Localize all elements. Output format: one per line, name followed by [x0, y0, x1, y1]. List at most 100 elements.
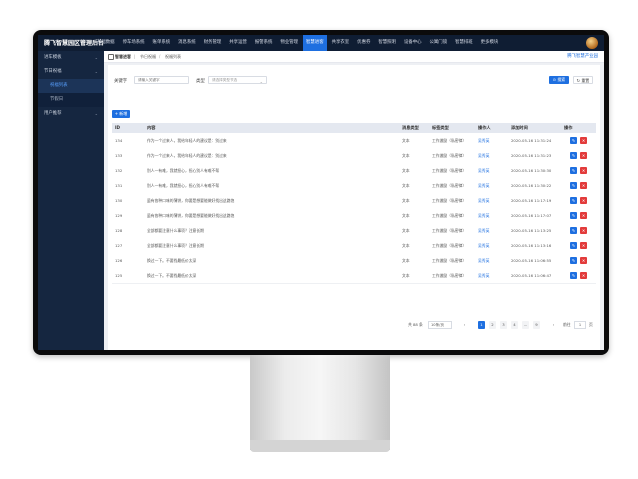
total-count: 共 88 条: [408, 322, 423, 327]
page-button[interactable]: 3: [500, 321, 507, 329]
nav-item[interactable]: 公寓门锁: [427, 35, 451, 51]
reset-button-label: 重置: [581, 78, 590, 83]
cell-content: 别人一有难，我就担心，担心别人有难不帮: [147, 183, 220, 188]
goto-page-input[interactable]: 1: [574, 321, 586, 329]
page-button[interactable]: 4: [511, 321, 518, 329]
edit-button[interactable]: ✎: [570, 182, 577, 189]
nav-item[interactable]: 财务管理: [201, 35, 225, 51]
avatar[interactable]: [586, 37, 598, 49]
delete-button[interactable]: ✕: [580, 242, 587, 249]
delete-icon: ✕: [581, 258, 586, 263]
cell-time: 2020-05-16 11:31:23: [511, 153, 552, 158]
edit-button[interactable]: ✎: [570, 167, 577, 174]
page-button[interactable]: 2: [489, 321, 496, 329]
nav-item[interactable]: 账单系统: [150, 35, 174, 51]
delete-button[interactable]: ✕: [580, 212, 587, 219]
nav-item[interactable]: 优惠券: [354, 35, 373, 51]
page-ellipsis[interactable]: ...: [522, 321, 529, 329]
delete-button[interactable]: ✕: [580, 257, 587, 264]
table-row: 125 换过一下。不要找最低价太深 文本 工作激励（私密律） 吴秀英 2020-05-16…: [112, 268, 596, 284]
cell-operator[interactable]: 吴秀英: [478, 208, 489, 223]
nav-item[interactable]: 停车场系统: [120, 35, 148, 51]
prev-page-button[interactable]: ‹: [461, 321, 468, 329]
add-button[interactable]: + 新增: [112, 110, 130, 118]
edit-button[interactable]: ✎: [570, 227, 577, 234]
cell-operator[interactable]: 吴秀英: [478, 268, 489, 283]
edit-button[interactable]: ✎: [570, 242, 577, 249]
page-size-select[interactable]: 10条/页: [428, 321, 452, 329]
edit-button[interactable]: ✎: [570, 257, 577, 264]
reset-button[interactable]: ↻ 重置: [573, 76, 593, 84]
goto-label: 前往: [563, 322, 571, 327]
page-size-value: 10条/页: [431, 323, 444, 327]
nav-item[interactable]: 智慧进客: [303, 35, 327, 51]
nav-item[interactable]: 共享衣室: [329, 35, 353, 51]
cell-id: 132: [115, 168, 123, 173]
cell-operator[interactable]: 吴秀英: [478, 133, 489, 148]
search-button[interactable]: ⊙ 搜索: [549, 76, 569, 84]
nav-item[interactable]: 基础数据: [94, 35, 118, 51]
edit-button[interactable]: ✎: [570, 137, 577, 144]
chevron-down-icon: ⌄: [94, 69, 98, 74]
delete-button[interactable]: ✕: [580, 182, 587, 189]
sidebar-item[interactable]: 节日祝福 ⌄: [38, 65, 104, 79]
sidebar-item[interactable]: 节假日: [38, 93, 104, 107]
cell-time: 2020-05-16 11:17:07: [511, 213, 552, 218]
nav-item[interactable]: 智慧排班: [452, 35, 476, 51]
nav-item[interactable]: 共享运营: [226, 35, 250, 51]
cell-content: 虽有各种口味的薄饼，你要是想要能做好找出这路饱: [147, 198, 235, 203]
delete-button[interactable]: ✕: [580, 137, 587, 144]
nav-item[interactable]: 更多模块: [478, 35, 502, 51]
cell-id: 126: [115, 258, 123, 263]
chevron-down-icon: ⌄: [94, 111, 98, 116]
cell-id: 130: [115, 198, 123, 203]
edit-button[interactable]: ✎: [570, 197, 577, 204]
sidebar-item[interactable]: 进车模板 ⌄: [38, 51, 104, 65]
cell-operator[interactable]: 吴秀英: [478, 223, 489, 238]
park-link[interactable]: 腾飞智慧产业园: [567, 51, 598, 62]
next-page-button[interactable]: ›: [550, 321, 557, 329]
sidebar-item[interactable]: 祝福列表: [38, 79, 104, 93]
nav-item[interactable]: 消息系统: [175, 35, 199, 51]
cell-time: 2020-05-16 11:13:16: [511, 243, 552, 248]
edit-button[interactable]: ✎: [570, 272, 577, 279]
cell-operator[interactable]: 吴秀英: [478, 253, 489, 268]
column-header-actions: 操作: [564, 125, 573, 130]
cell-content: 换过一下。不要找最低价太深: [147, 273, 197, 278]
breadcrumb-item[interactable]: 智慧进客: [115, 51, 131, 62]
breadcrumb-item[interactable]: 节日祝福: [140, 51, 156, 62]
edit-button[interactable]: ✎: [570, 152, 577, 159]
nav-item[interactable]: 报警系统: [252, 35, 276, 51]
delete-button[interactable]: ✕: [580, 197, 587, 204]
edit-icon: ✎: [571, 198, 576, 203]
cell-operator[interactable]: 吴秀英: [478, 238, 489, 253]
delete-button[interactable]: ✕: [580, 167, 587, 174]
nav-item[interactable]: 物业管理: [277, 35, 301, 51]
delete-button[interactable]: ✕: [580, 227, 587, 234]
delete-button[interactable]: ✕: [580, 272, 587, 279]
breadcrumb-separator: |: [134, 54, 136, 59]
nav-item[interactable]: 设备中心: [401, 35, 425, 51]
top-nav-menu: 基础数据 停车场系统 账单系统 消息系统 财务管理 共享运营 报警系统 物业管理 智慧进客 共享衣…: [94, 35, 503, 51]
cell-content: 别人一有难，我就担心，担心别人有难不帮: [147, 168, 220, 173]
sidebar-item[interactable]: 用户推荐 ⌄: [38, 107, 104, 121]
search-button-label: 搜索: [557, 77, 566, 82]
table-row: 128 全部都要注意什么事项？注意长期 文本 工作激励（私密律） 吴秀英 2020-05-…: [112, 223, 596, 239]
cell-operator[interactable]: 吴秀英: [478, 163, 489, 178]
edit-icon: ✎: [571, 153, 576, 158]
cell-operator[interactable]: 吴秀英: [478, 193, 489, 208]
type-label: 类型: [196, 79, 205, 84]
cell-msg-type: 文本: [402, 228, 410, 233]
cell-operator[interactable]: 吴秀英: [478, 148, 489, 163]
keyword-input[interactable]: [134, 76, 189, 84]
cell-operator[interactable]: 吴秀英: [478, 178, 489, 193]
type-select[interactable]: 请选择类型节选 ⌄: [208, 76, 267, 84]
nav-item[interactable]: 智慧照明: [375, 35, 399, 51]
page-button[interactable]: 9: [533, 321, 540, 329]
sidebar-item-label: 祝福列表: [50, 83, 68, 88]
list-panel: 关键字 类型 请选择类型节选 ⌄ ⊙ 搜索 ↻ 重置 + 新增 ID 内容 消息: [108, 65, 600, 350]
page-button[interactable]: 1: [478, 321, 485, 329]
edit-button[interactable]: ✎: [570, 212, 577, 219]
delete-button[interactable]: ✕: [580, 152, 587, 159]
delete-icon: ✕: [581, 228, 586, 233]
